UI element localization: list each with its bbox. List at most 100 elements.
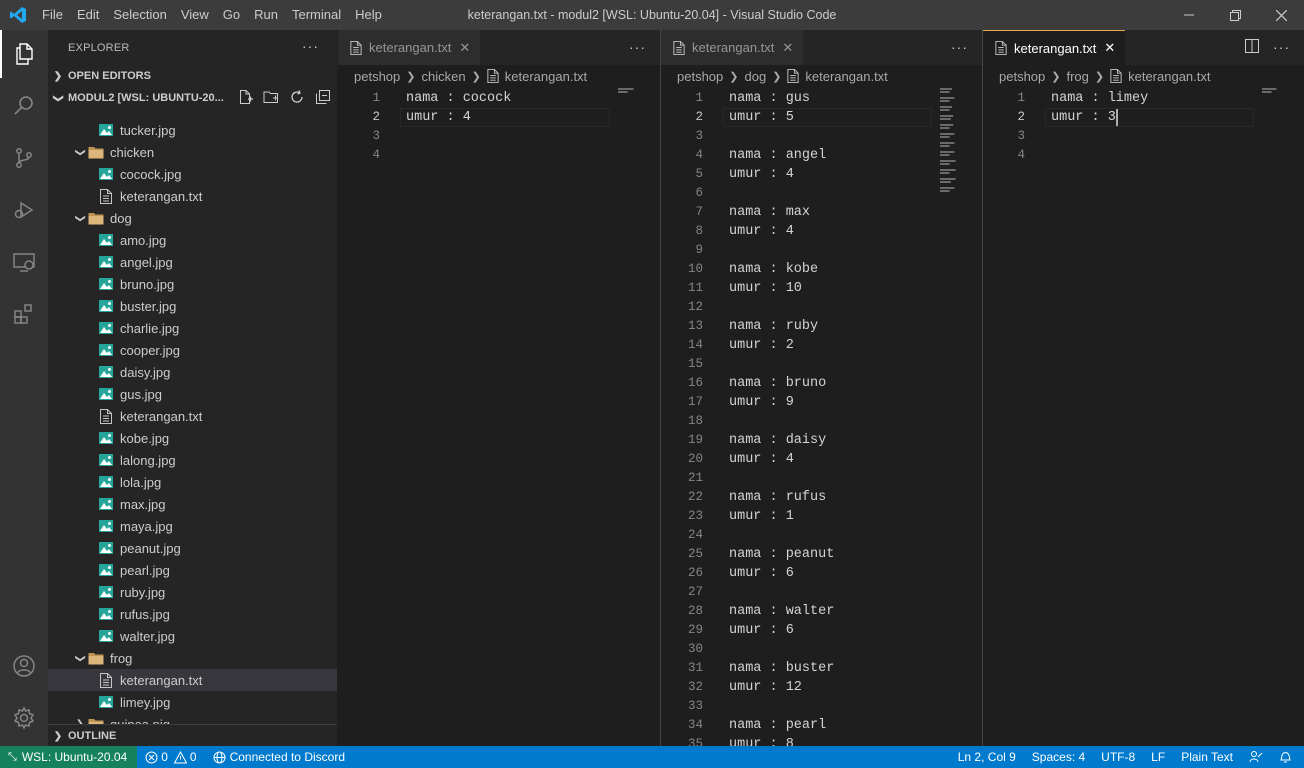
encoding[interactable]: UTF-8 — [1093, 746, 1143, 768]
menu-go[interactable]: Go — [216, 0, 247, 30]
breadcrumb: petshop ❯ chicken ❯ keterangan.txt — [338, 65, 660, 87]
tree-file[interactable]: cocock.jpg — [48, 163, 337, 185]
tree-item-label: daisy.jpg — [120, 364, 171, 380]
close-tab-icon[interactable]: ✕ — [459, 40, 470, 56]
tree-file[interactable]: daisy.jpg — [48, 361, 337, 383]
tree-file[interactable]: cooper.jpg — [48, 339, 337, 361]
tree-file[interactable]: max.jpg — [48, 493, 337, 515]
tree-file[interactable]: bruno.jpg — [48, 273, 337, 295]
close-window-button[interactable] — [1258, 0, 1304, 30]
tree-item-label: amo.jpg — [120, 232, 167, 248]
breadcrumb-item[interactable]: keterangan.txt — [805, 69, 887, 84]
code-editor[interactable]: 1 nama : gus 2 umur : 5 3 4 nama : angel 5 umur … — [661, 87, 982, 746]
text-file-icon — [995, 41, 1007, 55]
tree-file[interactable]: walter.jpg — [48, 625, 337, 647]
breadcrumb-item[interactable]: petshop — [677, 69, 723, 84]
more-actions-icon[interactable]: ··· — [951, 39, 968, 55]
menu-run[interactable]: Run — [247, 0, 285, 30]
language-mode[interactable]: Plain Text — [1173, 746, 1241, 768]
collapse-all-icon[interactable] — [315, 89, 331, 108]
refresh-icon[interactable] — [289, 89, 305, 108]
split-editor-icon[interactable] — [1245, 39, 1259, 56]
menu-help[interactable]: Help — [348, 0, 389, 30]
breadcrumb-item[interactable]: dog — [744, 69, 766, 84]
tree-file[interactable]: lalong.jpg — [48, 449, 337, 471]
tree-file[interactable]: kobe.jpg — [48, 427, 337, 449]
open-editors-section[interactable]: ❯ OPEN EDITORS — [48, 65, 337, 87]
tree-file[interactable]: tucker.jpg — [48, 119, 337, 141]
outline-section[interactable]: ❯ OUTLINE — [48, 724, 337, 746]
breadcrumb-item[interactable]: keterangan.txt — [1128, 69, 1210, 84]
cursor-position[interactable]: Ln 2, Col 9 — [950, 746, 1024, 768]
new-file-icon[interactable] — [237, 89, 253, 108]
tree-file[interactable]: amo.jpg — [48, 229, 337, 251]
discord-status[interactable]: Connected to Discord — [205, 746, 353, 768]
tree-file[interactable]: gus.jpg — [48, 383, 337, 405]
extensions-icon[interactable] — [0, 290, 48, 338]
image-file-icon — [98, 474, 114, 490]
feedback-icon[interactable] — [1241, 746, 1271, 768]
minimap[interactable] — [940, 87, 968, 199]
explorer-more-actions-icon[interactable]: ··· — [302, 38, 319, 54]
tab-keterangan[interactable]: keterangan.txt ✕ — [983, 30, 1126, 65]
breadcrumb-item[interactable]: keterangan.txt — [505, 69, 587, 84]
code-editor[interactable]: 1 nama : limey 2 umur : 3 3 4 — [983, 87, 1304, 746]
more-actions-icon[interactable]: ··· — [629, 39, 646, 55]
accounts-icon[interactable] — [0, 642, 48, 690]
breadcrumb-item[interactable]: petshop — [354, 69, 400, 84]
notifications-bell-icon[interactable] — [1271, 746, 1304, 768]
tree-file[interactable]: keterangan.txt — [48, 405, 337, 427]
tree-file[interactable]: angel.jpg — [48, 251, 337, 273]
code-editor[interactable]: 1 nama : cocock 2 umur : 4 3 4 — [338, 87, 660, 746]
explorer-icon[interactable] — [0, 30, 48, 78]
tree-file[interactable]: ruby.jpg — [48, 581, 337, 603]
new-folder-icon[interactable] — [263, 89, 279, 108]
tree-file[interactable]: keterangan.txt — [48, 185, 337, 207]
tab-keterangan[interactable]: keterangan.txt ✕ — [338, 30, 481, 65]
workspace-section[interactable]: ❯ MODUL2 [WSL: UBUNTU-20... — [48, 87, 337, 109]
tree-file[interactable]: keterangan.txt — [48, 669, 337, 691]
code-line: nama : buster — [729, 661, 835, 676]
tree-file[interactable]: rufus.jpg — [48, 603, 337, 625]
tree-folder[interactable]: ❯ frog — [48, 647, 337, 669]
image-file-icon — [98, 518, 114, 534]
run-debug-icon[interactable] — [0, 186, 48, 234]
remote-explorer-icon[interactable] — [0, 238, 48, 286]
line-number: 31 — [687, 661, 703, 675]
tree-folder[interactable]: ❯ dog — [48, 207, 337, 229]
tree-file[interactable]: peanut.jpg — [48, 537, 337, 559]
indentation[interactable]: Spaces: 4 — [1024, 746, 1093, 768]
manage-gear-icon[interactable] — [0, 694, 48, 742]
tab-keterangan[interactable]: keterangan.txt ✕ — [661, 30, 804, 65]
tree-folder[interactable]: ❯ chicken — [48, 141, 337, 163]
close-tab-icon[interactable]: ✕ — [782, 40, 793, 56]
remote-indicator[interactable]: ⤡ WSL: Ubuntu-20.04 — [0, 746, 138, 768]
minimap[interactable] — [1262, 87, 1290, 106]
breadcrumb-item[interactable]: petshop — [999, 69, 1045, 84]
minimize-button[interactable] — [1166, 0, 1212, 30]
more-actions-icon[interactable]: ··· — [1273, 39, 1290, 56]
restore-button[interactable] — [1212, 0, 1258, 30]
problems-indicator[interactable]: 0 0 — [137, 746, 204, 768]
menu-file[interactable]: File — [35, 0, 70, 30]
close-tab-icon[interactable]: ✕ — [1104, 40, 1115, 56]
tree-item-label: keterangan.txt — [120, 672, 203, 688]
tree-file[interactable]: maya.jpg — [48, 515, 337, 537]
tree-file[interactable]: lola.jpg — [48, 471, 337, 493]
menu-view[interactable]: View — [174, 0, 216, 30]
breadcrumb-item[interactable]: chicken — [421, 69, 465, 84]
tree-file[interactable]: limey.jpg — [48, 691, 337, 713]
source-control-icon[interactable] — [0, 134, 48, 182]
end-of-line[interactable]: LF — [1143, 746, 1173, 768]
menu-edit[interactable]: Edit — [70, 0, 106, 30]
breadcrumb-item[interactable]: frog — [1066, 69, 1088, 84]
menu-terminal[interactable]: Terminal — [285, 0, 348, 30]
search-icon[interactable] — [0, 82, 48, 130]
breadcrumb: petshop ❯ frog ❯ keterangan.txt — [983, 65, 1304, 87]
tree-file[interactable]: pearl.jpg — [48, 559, 337, 581]
tree-file[interactable]: charlie.jpg — [48, 317, 337, 339]
minimap[interactable] — [618, 87, 646, 106]
tree-file[interactable]: buster.jpg — [48, 295, 337, 317]
menu-selection[interactable]: Selection — [106, 0, 173, 30]
line-number: 2 — [1017, 110, 1025, 124]
